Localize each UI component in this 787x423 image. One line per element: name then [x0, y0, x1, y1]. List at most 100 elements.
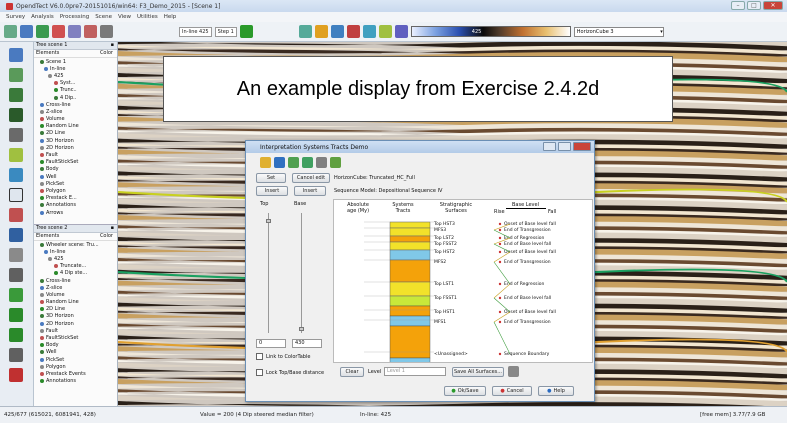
settings-icon[interactable]: [508, 366, 519, 377]
tree-item[interactable]: Scene 1: [34, 58, 117, 65]
tree-item[interactable]: Wheeler scene: Tru...: [34, 241, 117, 248]
insert-base-button[interactable]: Insert: [294, 186, 326, 196]
tree-item[interactable]: Syst...: [34, 80, 117, 87]
survey-icon[interactable]: [20, 25, 33, 38]
tree-item[interactable]: 425: [34, 255, 117, 262]
menu-help[interactable]: Help: [164, 14, 177, 20]
base-slider-handle[interactable]: [299, 327, 304, 331]
crossline-tool-icon[interactable]: [9, 68, 23, 82]
minimize-button[interactable]: –: [731, 1, 745, 10]
attribute-icon[interactable]: [36, 25, 49, 38]
tree-item[interactable]: Z-slice: [34, 108, 117, 115]
tree-item[interactable]: In-line: [34, 65, 117, 72]
tools-icon[interactable]: [316, 157, 327, 168]
tree-item[interactable]: Volume: [34, 291, 117, 298]
tree-item[interactable]: Cross-line: [34, 277, 117, 284]
tree-item[interactable]: Body: [34, 166, 117, 173]
pin-icon[interactable]: ▪: [111, 42, 114, 49]
menu-analysis[interactable]: Analysis: [31, 14, 54, 20]
tree-item[interactable]: Body: [34, 342, 117, 349]
systems-tract-block[interactable]: [389, 315, 431, 327]
tree-item[interactable]: Prestack Events: [34, 370, 117, 377]
horizon-tool-icon[interactable]: [9, 168, 23, 182]
tree-item[interactable]: Truncate...: [34, 263, 117, 270]
tree-item[interactable]: In-line: [34, 248, 117, 255]
stats-icon[interactable]: [346, 25, 360, 38]
tree-item[interactable]: 2D Horizon: [34, 144, 117, 151]
menu-view[interactable]: View: [118, 14, 131, 20]
well-icon[interactable]: [68, 25, 81, 38]
tree-item[interactable]: Well: [34, 173, 117, 180]
tree-item[interactable]: Annotations: [34, 202, 117, 209]
tree-item[interactable]: Prestack E...: [34, 195, 117, 202]
saveas-icon[interactable]: [288, 157, 299, 168]
save-all-surfaces-button[interactable]: Save All Surfaces...: [452, 367, 504, 377]
tree-item[interactable]: 425: [34, 72, 117, 79]
cancel-button[interactable]: ● Cancel: [492, 386, 532, 396]
dialog-minimize-button[interactable]: [543, 142, 556, 151]
tree-item[interactable]: PickSet: [34, 356, 117, 363]
systems-tract-block[interactable]: [389, 357, 431, 362]
move-tool-icon[interactable]: [9, 288, 23, 302]
top-slider-handle[interactable]: [266, 219, 271, 223]
dialog-maximize-button[interactable]: [558, 142, 571, 151]
systems-tract-block[interactable]: [389, 325, 431, 359]
systems-tract-block[interactable]: [389, 241, 431, 251]
open-icon[interactable]: [260, 157, 271, 168]
base-value-field[interactable]: 430: [292, 339, 322, 348]
export-icon[interactable]: [302, 157, 313, 168]
chart-icon[interactable]: [330, 157, 341, 168]
tree-item[interactable]: 4 Dip..: [34, 94, 117, 101]
paint-icon[interactable]: [314, 25, 328, 38]
well-tool-icon[interactable]: [9, 228, 23, 242]
systems-tract-block[interactable]: [389, 235, 431, 243]
step-field[interactable]: Step 1: [214, 26, 237, 37]
view-icon[interactable]: [4, 25, 17, 38]
top-value-field[interactable]: 0: [256, 339, 286, 348]
zslice-tool-icon[interactable]: [9, 88, 23, 102]
link-colortable-checkbox[interactable]: [256, 353, 263, 360]
menu-survey[interactable]: Survey: [6, 14, 25, 20]
tree-item[interactable]: Fault: [34, 327, 117, 334]
menu-scene[interactable]: Scene: [95, 14, 112, 20]
settings-tool-icon[interactable]: [9, 268, 23, 282]
close-button[interactable]: ✕: [763, 1, 783, 10]
tree-item[interactable]: Random Line: [34, 299, 117, 306]
tree-item[interactable]: 3D Horizon: [34, 313, 117, 320]
pick-icon[interactable]: [298, 25, 312, 38]
systems-tract-block[interactable]: [389, 249, 431, 261]
analysis-icon[interactable]: [84, 25, 97, 38]
fault-tool-icon[interactable]: [9, 208, 23, 222]
clear-button[interactable]: Clear: [340, 367, 364, 377]
tree-item[interactable]: FaultStickSet: [34, 334, 117, 341]
pick-tool-icon[interactable]: [9, 148, 23, 162]
systems-tract-block[interactable]: [389, 281, 431, 297]
tools-icon[interactable]: [100, 25, 113, 38]
zoom-tool-icon[interactable]: [9, 248, 23, 262]
save-icon[interactable]: [274, 157, 285, 168]
systems-tract-block[interactable]: [389, 295, 431, 307]
tree-item[interactable]: Volume: [34, 116, 117, 123]
tree-item[interactable]: 2D Line: [34, 130, 117, 137]
volume-tool-icon[interactable]: [9, 108, 23, 122]
inline-field[interactable]: In-line 425: [179, 26, 212, 37]
colorbar[interactable]: 425: [410, 26, 571, 37]
cancel-edit-button[interactable]: Cancel edit: [292, 173, 330, 183]
chart-tool-icon[interactable]: [9, 308, 23, 322]
lock-distance-checkbox[interactable]: [256, 369, 263, 376]
tree-item[interactable]: Z-slice: [34, 284, 117, 291]
top-slider[interactable]: [268, 213, 269, 333]
tree-item[interactable]: Arrows: [34, 209, 117, 216]
tree-item[interactable]: Polygon: [34, 363, 117, 370]
ok-save-button[interactable]: ● Ok/Save: [444, 386, 486, 396]
tree-item[interactable]: Cross-line: [34, 101, 117, 108]
tree-item[interactable]: PickSet: [34, 180, 117, 187]
tree-item[interactable]: Polygon: [34, 187, 117, 194]
systems-tract-block[interactable]: [389, 221, 431, 229]
insert-top-button[interactable]: Insert: [256, 186, 288, 196]
tree-item[interactable]: Random Line: [34, 123, 117, 130]
horizon-select[interactable]: HorizonCube 3 ▾: [573, 26, 664, 37]
tree-item[interactable]: FaultStickSet: [34, 159, 117, 166]
grid-tool-icon[interactable]: [9, 348, 23, 362]
inline-tool-icon[interactable]: [9, 48, 23, 62]
